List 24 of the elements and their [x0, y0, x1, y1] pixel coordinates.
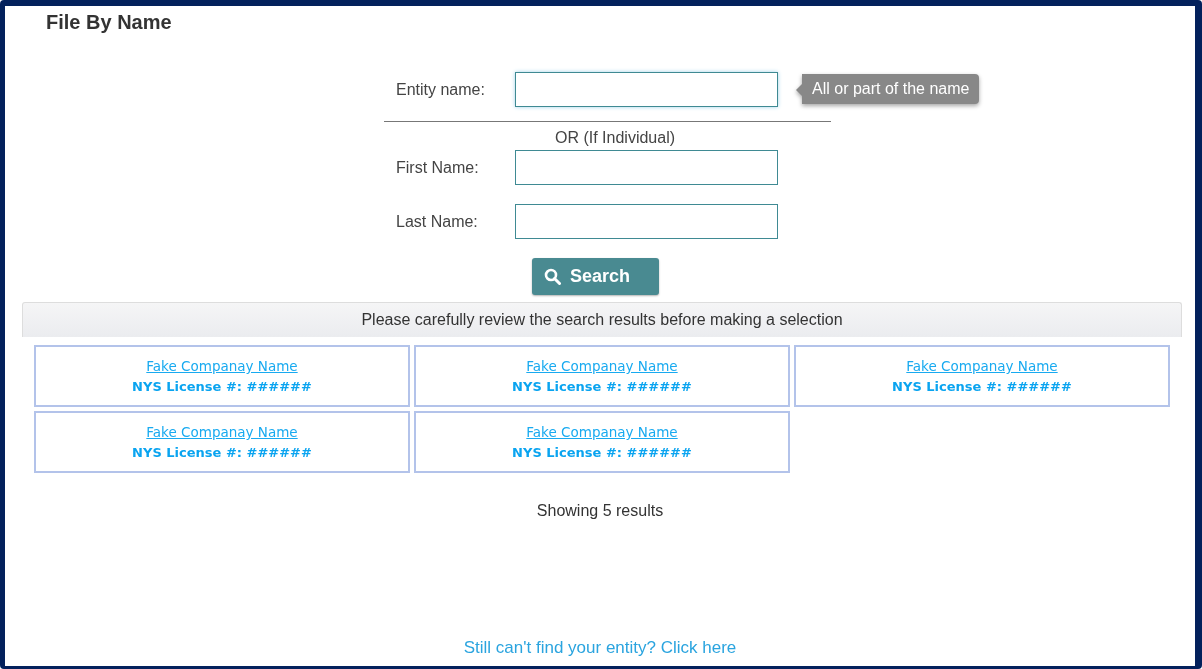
- license-number: NYS License #: ######: [512, 445, 692, 460]
- field-label: Last Name:: [395, 212, 479, 231]
- help-link[interactable]: Still can't find your entity? Click here: [463, 638, 737, 657]
- input-field[interactable]: [515, 150, 778, 185]
- company-link[interactable]: Fake Companay Name: [526, 424, 678, 440]
- results-header: Please carefully review the search results before making a selection: [22, 302, 1182, 337]
- results-count: Showing 5 results: [535, 502, 665, 520]
- input-field[interactable]: [515, 204, 778, 239]
- company-link[interactable]: Fake Companay Name: [906, 358, 1058, 374]
- company-link[interactable]: Fake Companay Name: [146, 424, 298, 440]
- company-link[interactable]: Fake Companay Name: [146, 358, 298, 374]
- field-label: Entity name:: [395, 80, 486, 99]
- license-number: NYS License #: ######: [892, 379, 1072, 394]
- page-title: File By Name: [46, 11, 173, 34]
- search-icon: [544, 268, 561, 285]
- separator-text: OR (If Individual): [555, 129, 677, 147]
- company-link[interactable]: Fake Companay Name: [526, 358, 678, 374]
- license-number: NYS License #: ######: [132, 379, 312, 394]
- tooltip: All or part of the name: [796, 74, 980, 104]
- input-field[interactable]: [515, 72, 778, 107]
- field-label: First Name:: [395, 158, 480, 177]
- license-number: NYS License #: ######: [132, 445, 312, 460]
- license-number: NYS License #: ######: [512, 379, 692, 394]
- search-button[interactable]: Search: [532, 258, 659, 295]
